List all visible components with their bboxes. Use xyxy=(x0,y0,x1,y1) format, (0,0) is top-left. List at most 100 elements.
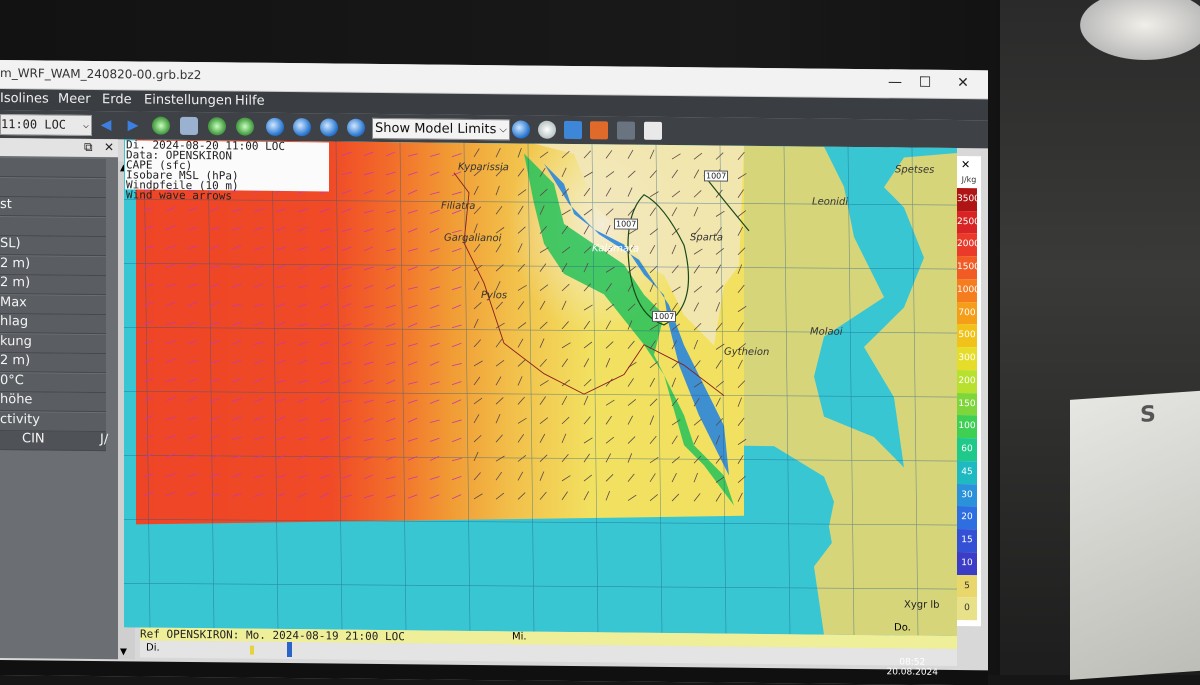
cin-unit: J/ xyxy=(100,432,108,447)
place-filiatra: Filiatra xyxy=(441,201,475,212)
chevron-down-icon: ⌵ xyxy=(83,116,89,135)
place-gytheion: Gytheion xyxy=(724,347,769,358)
menu-einstellungen[interactable]: Einstellungen xyxy=(144,93,232,109)
panel-row[interactable] xyxy=(0,178,106,198)
wall-sign-letter: S xyxy=(1140,402,1156,428)
zoom-all-icon[interactable] xyxy=(236,117,254,135)
zoom-out-icon[interactable] xyxy=(180,117,198,135)
corner-label: Xygr lb xyxy=(904,599,940,610)
zoom-selection-icon[interactable] xyxy=(208,117,226,135)
globe-icon-4[interactable] xyxy=(347,119,365,137)
panel-row[interactable]: Max xyxy=(0,295,106,315)
taskbar-time: 08:52 xyxy=(886,657,938,668)
wall-sign: S xyxy=(1070,390,1200,680)
map-canvas xyxy=(124,139,957,636)
minimize-button[interactable]: — xyxy=(880,72,910,92)
zoom-in-icon[interactable] xyxy=(152,117,170,135)
color-scale-step: 10 xyxy=(957,552,977,575)
legend-waves: Wind wave arrows xyxy=(126,190,329,202)
scroll-down-icon[interactable]: ▼ xyxy=(120,647,127,657)
panel-row[interactable]: SL) xyxy=(0,236,106,256)
color-scale-unit: J/kg xyxy=(958,175,980,186)
hand-icon[interactable] xyxy=(644,122,662,140)
panel-row[interactable]: 0°C xyxy=(0,373,106,393)
color-scale-step: 2000 xyxy=(957,233,977,256)
color-scale-step: 20 xyxy=(957,506,977,529)
color-scale: ✕ J/kg 350025002000150010007005003002001… xyxy=(957,156,981,626)
globe-icon-2[interactable] xyxy=(293,118,311,136)
color-scale-step: 45 xyxy=(957,461,977,484)
place-spetses: Spetses xyxy=(895,164,934,175)
lamp-glare xyxy=(1080,0,1200,60)
isobar-label: 1007 xyxy=(704,170,728,181)
previous-time-button[interactable]: ◀ xyxy=(97,116,115,134)
color-scale-step: 200 xyxy=(957,370,977,393)
color-scale-step: 1000 xyxy=(957,279,977,302)
color-scale-step: 5 xyxy=(957,575,977,598)
background-wall: S xyxy=(1000,0,1200,675)
color-scale-step: 15 xyxy=(957,529,977,552)
menu-hilfe[interactable]: Hilfe xyxy=(235,93,265,108)
map-legend: Di. 2024-08-20 11:00 LOC Data: OPENSKIRO… xyxy=(125,140,329,191)
isobar-label: 1007 xyxy=(614,218,638,229)
menu-isolines[interactable]: Isolines xyxy=(0,91,49,107)
panel-row[interactable]: ctivity xyxy=(0,412,106,432)
panel-row[interactable]: 2 m) xyxy=(0,256,106,276)
screen: m_WRF_WAM_240820-00.grb.bz2 — ☐ ✕ Isolin… xyxy=(0,60,988,685)
model-limits-value: Show Model Limits xyxy=(375,121,496,137)
color-scale-step: 500 xyxy=(957,324,977,347)
place-kyparissia: Kyparissia xyxy=(458,162,509,174)
place-sparta: Sparta xyxy=(690,232,723,243)
panel-row[interactable]: höhe xyxy=(0,392,106,412)
color-scale-step: 30 xyxy=(957,484,977,507)
color-scale-step: 100 xyxy=(957,415,977,438)
menu-meer[interactable]: Meer xyxy=(58,92,91,107)
close-button[interactable]: ✕ xyxy=(948,73,978,93)
panel-row[interactable]: kung xyxy=(0,334,106,354)
day-marker-di: Di. xyxy=(146,643,160,654)
place-kalamata: Kalamata xyxy=(592,243,639,254)
panel-header: ⧉ ✕ xyxy=(0,138,118,157)
menu-erde[interactable]: Erde xyxy=(102,92,132,107)
weather-icon[interactable] xyxy=(538,121,556,139)
place-leonidi: Leonidi xyxy=(812,197,848,208)
timeline-marker xyxy=(250,646,254,655)
route-icon[interactable] xyxy=(590,121,608,139)
panel-row[interactable]: 2 m) xyxy=(0,275,106,295)
color-scale-close-button[interactable]: ✕ xyxy=(961,158,970,171)
place-molaoi: Molaoi xyxy=(810,326,843,337)
window-title: m_WRF_WAM_240820-00.grb.bz2 xyxy=(0,66,201,82)
model-limits-select[interactable]: Show Model Limits ⌵ xyxy=(372,118,510,140)
panel-row[interactable]: CINJ/ xyxy=(0,431,106,451)
color-scale-step: 2500 xyxy=(957,211,977,234)
current-time-handle[interactable] xyxy=(287,642,292,657)
maximize-button[interactable]: ☐ xyxy=(910,73,940,93)
color-scale-step: 300 xyxy=(957,347,977,370)
isobar-label: 1007 xyxy=(652,311,676,322)
color-scale-step: 1500 xyxy=(957,256,977,279)
day-marker-mi: Mi. xyxy=(512,631,527,642)
restore-icon[interactable]: ⧉ xyxy=(84,140,93,155)
panel-close-button[interactable]: ✕ xyxy=(104,140,114,154)
panel-row[interactable] xyxy=(0,158,106,178)
next-time-button[interactable]: ▶ xyxy=(124,116,142,134)
color-scale-step: 150 xyxy=(957,393,977,416)
day-marker-do: Do. xyxy=(894,622,911,633)
panel-row[interactable]: hlag xyxy=(0,314,106,334)
panel-row[interactable] xyxy=(0,217,106,237)
taskbar-date: 20.08.2024 xyxy=(886,667,938,678)
panel-row[interactable]: st xyxy=(0,197,106,217)
time-select[interactable]: 11:00 LOC ⌵ xyxy=(0,114,92,136)
panel-row[interactable]: 2 m) xyxy=(0,353,106,373)
chevron-down-icon: ⌵ xyxy=(499,120,507,139)
crosshair-icon[interactable] xyxy=(617,121,635,139)
data-panel: ⧉ ✕ stSL)2 m)2 m)Maxhlagkung2 m)0°Chöhec… xyxy=(0,138,118,659)
globe-icon-3[interactable] xyxy=(320,118,338,136)
time-select-value: 11:00 LOC xyxy=(1,117,66,132)
weather-map[interactable]: Di. 2024-08-20 11:00 LOC Data: OPENSKIRO… xyxy=(124,139,957,636)
save-icon[interactable] xyxy=(564,121,582,139)
download-icon[interactable] xyxy=(512,120,530,138)
color-scale-step: 0 xyxy=(957,597,977,620)
place-gargalianoi: Gargalianoi xyxy=(444,233,501,245)
globe-icon-1[interactable] xyxy=(266,118,284,136)
